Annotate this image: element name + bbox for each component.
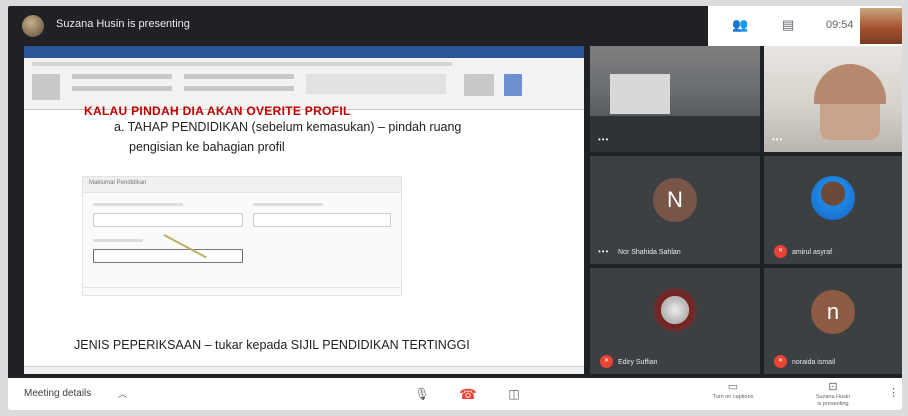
more-options-icon[interactable]: ••• (772, 135, 783, 144)
captions-icon: ▭ (727, 381, 739, 393)
clock: 09:54 (826, 19, 854, 31)
participant-name: Nor Shahida Sahlan (618, 249, 681, 256)
form-label-1 (93, 203, 183, 206)
form-label-3 (93, 239, 143, 242)
meeting-details-button[interactable]: Meeting details (24, 388, 91, 399)
document-page: KALAU PINDAH DIA AKAN OVERITE PROFIL a. … (24, 104, 584, 366)
chat-icon[interactable]: ▤ (782, 17, 794, 33)
ribbon-styles (306, 74, 446, 94)
people-icon[interactable]: 👥 (732, 17, 748, 33)
meet-window: Suzana Husin is presenting 👥 ▤ 09:54 KAL… (8, 6, 902, 410)
desk-row (590, 116, 760, 152)
participant-tile-ediry[interactable]: ✕ Ediry Suffian (590, 268, 760, 374)
doc-line-tahap: a. TAHAP PENDIDIKAN (sebelum kemasukan) … (114, 120, 462, 134)
avatar: N (653, 178, 697, 222)
word-ribbon (24, 58, 584, 110)
form-select-3 (93, 249, 243, 263)
participant-tile-nor[interactable]: N ••• Nor Shahida Sahlan (590, 156, 760, 264)
camera-icon[interactable]: ◫ (500, 382, 528, 406)
self-view-thumbnail[interactable] (860, 8, 902, 44)
form-screenshot: Maklumat Pendidikan (82, 176, 402, 296)
top-right-panel: 👥 ▤ 09:54 (708, 6, 902, 46)
form-title: Maklumat Pendidikan (89, 180, 147, 186)
captions-label: Turn on captions (712, 394, 754, 400)
mic-off-icon: ✕ (600, 355, 613, 368)
form-select-1 (93, 213, 243, 227)
avatar (811, 176, 855, 220)
present-button[interactable]: ⊡ Suzana Husin is presenting (798, 380, 868, 408)
presenter-label: Suzana Husin is presenting (56, 18, 190, 30)
word-status-bar (24, 366, 584, 374)
presenter-avatar (22, 15, 44, 37)
mic-off-icon: ✕ (774, 245, 787, 258)
participant-tile-noraida[interactable]: n ✕ noraida ismail (764, 268, 902, 374)
form-label-2 (253, 203, 323, 206)
top-bar: Suzana Husin is presenting 👥 ▤ 09:54 (8, 6, 902, 46)
ribbon-paste (32, 74, 60, 100)
participant-name: Ediry Suffian (618, 359, 658, 366)
more-options-icon[interactable]: ••• (598, 135, 609, 144)
participant-tile[interactable]: ••• (590, 46, 760, 152)
participant-name: noraida ismail (792, 359, 836, 366)
doc-line-tahap-cont: pengisian ke bahagian profil (129, 140, 285, 154)
ribbon-editing (464, 74, 494, 96)
present-label-1: Suzana Husin (815, 394, 851, 400)
ribbon-para-row (184, 74, 294, 79)
avatar: n (811, 290, 855, 334)
whiteboard (610, 74, 670, 114)
doc-line-overwrite: KALAU PINDAH DIA AKAN OVERITE PROFIL (84, 104, 351, 118)
present-label-2: is presenting (817, 401, 849, 407)
ribbon-dictate (504, 74, 522, 96)
hang-up-icon[interactable]: ☎ (454, 382, 482, 406)
ribbon-font-row (72, 74, 172, 79)
avatar (653, 288, 697, 332)
present-icon: ⊡ (828, 381, 838, 393)
form-header: Maklumat Pendidikan (83, 177, 401, 193)
mic-icon[interactable]: 🎙 (408, 382, 436, 406)
ribbon-para-row-2 (184, 86, 294, 91)
bottom-bar: Meeting details ︿ 🎙 ☎ ◫ ▭ Turn on captio… (8, 378, 902, 410)
shared-screen: KALAU PINDAH DIA AKAN OVERITE PROFIL a. … (24, 46, 584, 374)
chevron-up-icon[interactable]: ︿ (118, 387, 127, 400)
participant-name: amirul asyraf (792, 249, 833, 256)
form-select-2 (253, 213, 391, 227)
more-vert-icon[interactable]: ⋮ (888, 386, 899, 399)
participant-tile[interactable]: ••• (764, 46, 902, 152)
ribbon-font-row-2 (72, 86, 172, 91)
doc-line-jenis: JENIS PEPERIKSAAN – tukar kepada SIJIL P… (74, 338, 470, 352)
participant-tile-amirul[interactable]: ✕ amirul asyraf (764, 156, 902, 264)
word-title-bar (24, 46, 584, 58)
more-options-icon[interactable]: ••• (598, 247, 609, 256)
form-divider (83, 287, 401, 288)
captions-button[interactable]: ▭ Turn on captions (698, 380, 768, 401)
headscarf (814, 64, 886, 104)
mic-off-icon: ✕ (774, 355, 787, 368)
ribbon-tabs (32, 62, 452, 66)
